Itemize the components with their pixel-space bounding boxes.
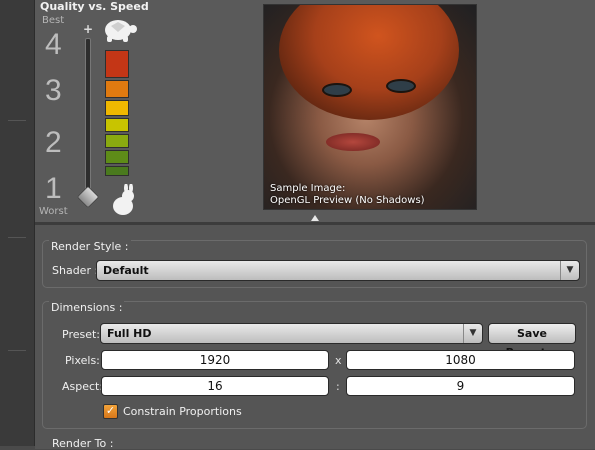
chevron-down-icon[interactable]: ▼: [463, 324, 482, 343]
quality-level-1[interactable]: 1: [45, 172, 62, 206]
edge-divider: [8, 120, 26, 121]
plus-icon: +: [83, 22, 94, 36]
edge-divider: [8, 350, 26, 351]
quality-slider-track[interactable]: [85, 38, 91, 200]
sample-caption-mode: OpenGL Preview (No Shadows): [270, 195, 425, 206]
save-preset-button[interactable]: Save Preset...: [488, 323, 576, 359]
quality-level-4[interactable]: 4: [45, 28, 62, 62]
quality-bar-segment: [105, 166, 129, 176]
render-style-group-label: Render Style :: [49, 240, 131, 253]
shader-value: Default: [103, 264, 149, 277]
quality-bar-segment: [105, 134, 129, 148]
quality-speed-title: Quality vs. Speed: [40, 0, 149, 13]
aspect-height-field[interactable]: 9: [346, 376, 575, 396]
pixels-separator: x: [335, 354, 342, 367]
constrain-proportions-checkbox[interactable]: ✓: [103, 404, 118, 419]
quality-bar-segment: [105, 150, 129, 164]
constrain-proportions-label: Constrain Proportions: [123, 405, 242, 418]
sample-caption-title: Sample Image:: [270, 183, 346, 194]
quality-color-bar: [105, 50, 129, 178]
worst-label: Worst: [39, 206, 68, 217]
quality-preview-panel: Quality vs. Speed Best 4 3 2 1 Worst + S…: [35, 0, 595, 222]
preset-value: Full HD: [107, 327, 152, 340]
render-to-group-label: Render To :: [52, 437, 114, 450]
left-panel-edge: [0, 0, 35, 446]
render-style-group: Render Style : Shader : Default ▼: [42, 240, 587, 288]
turtle-icon: [105, 20, 137, 42]
dimensions-group: Dimensions : Preset: Full HD ▼ Save Pres…: [42, 301, 587, 429]
quality-bar-segment: [105, 118, 129, 132]
preset-label: Preset:: [62, 328, 101, 341]
preset-dropdown[interactable]: Full HD ▼: [100, 323, 483, 344]
quality-bar-segment: [105, 50, 129, 78]
sample-preview-image: Sample Image: OpenGL Preview (No Shadows…: [263, 4, 477, 210]
pixels-height-field[interactable]: 1080: [346, 350, 575, 370]
panel-splitter-notch[interactable]: [311, 215, 319, 221]
shader-dropdown[interactable]: Default ▼: [96, 260, 580, 281]
quality-bar-segment: [105, 100, 129, 116]
aspect-label: Aspect:: [62, 380, 104, 393]
shader-label: Shader :: [52, 264, 99, 277]
sample-caption: Sample Image: OpenGL Preview (No Shadows…: [270, 183, 425, 207]
pixels-label: Pixels:: [65, 354, 100, 367]
pixels-width-field[interactable]: 1920: [101, 350, 329, 370]
preview-eye: [322, 83, 352, 97]
dimensions-group-label: Dimensions :: [49, 301, 125, 314]
chevron-down-icon[interactable]: ▼: [560, 261, 579, 280]
quality-slider-thumb[interactable]: [76, 185, 100, 209]
aspect-separator: :: [336, 380, 340, 393]
rabbit-icon: [113, 184, 134, 215]
quality-bar-segment: [105, 80, 129, 98]
render-settings-panel: Render Style : Shader : Default ▼ Dimens…: [35, 222, 595, 450]
aspect-width-field[interactable]: 16: [101, 376, 329, 396]
best-label: Best: [42, 15, 65, 26]
quality-level-3[interactable]: 3: [45, 74, 62, 108]
preview-eye: [386, 79, 416, 93]
preview-lips: [326, 133, 380, 151]
quality-level-2[interactable]: 2: [45, 126, 62, 160]
edge-divider: [8, 237, 26, 238]
preview-hair: [279, 5, 459, 120]
